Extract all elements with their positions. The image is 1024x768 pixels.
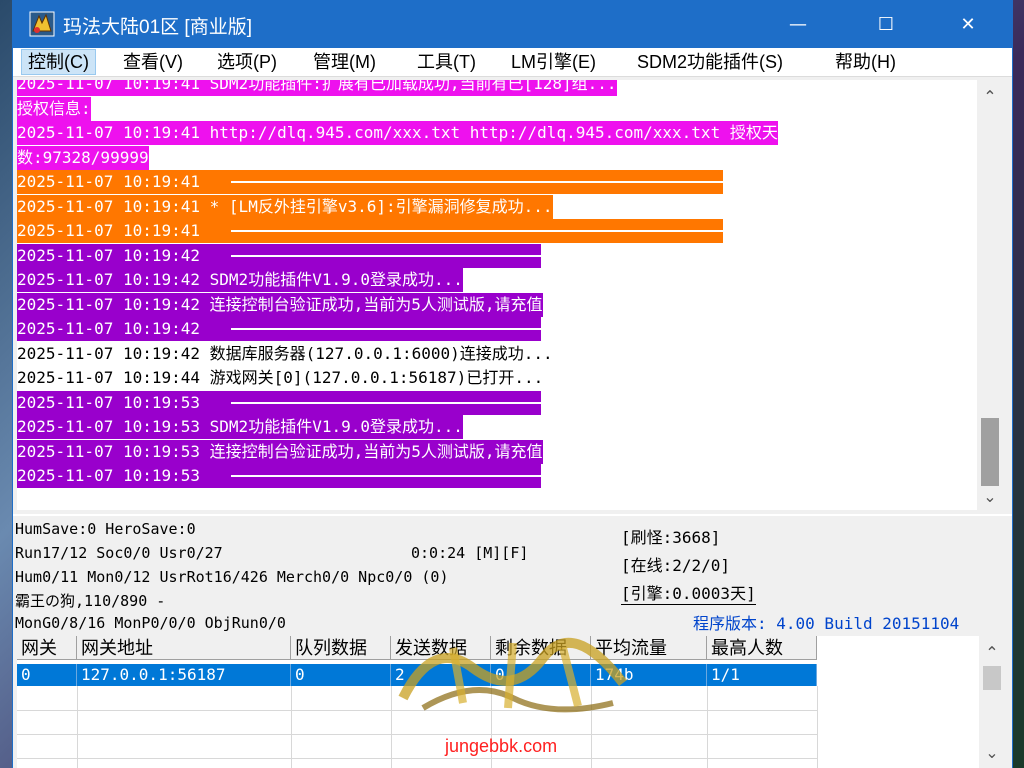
log-output[interactable]: 2025-11-07 10:19:41 SDM2功能插件:扩展有已加载成功,当前… (17, 80, 977, 510)
log-line: 2025-11-07 10:19:53 SDM2功能插件V1.9.0登录成功..… (17, 415, 463, 439)
menu-tools[interactable]: 工具(T) (411, 50, 482, 74)
status-timer: 0:0:24 [M][F] (411, 544, 529, 562)
status-online: [在线:2/2/0] (621, 556, 731, 575)
log-line: 2025-11-07 10:19:53 连接控制台验证成功,当前为5人测试版,请… (17, 439, 543, 464)
log-separator (231, 401, 541, 404)
scroll-up-icon[interactable]: ⌃ (979, 640, 1005, 664)
status-monster-count: [刷怪:3668] (621, 528, 721, 547)
table-cell[interactable]: 174b (591, 664, 707, 686)
grid-line (77, 686, 78, 768)
scroll-down-icon[interactable]: ⌄ (979, 740, 1005, 764)
status-player: 霸王の狗,110/890 - (15, 592, 166, 610)
minimize-button[interactable]: — (775, 0, 821, 48)
log-line: 2025-11-07 10:19:42 数据库服务器(127.0.0.1:600… (17, 343, 553, 363)
grid-line (707, 686, 708, 768)
scroll-down-icon[interactable]: ⌄ (977, 484, 1003, 508)
log-line: 2025-11-07 10:19:42 SDM2功能插件V1.9.0登录成功..… (17, 268, 463, 292)
scroll-up-icon[interactable]: ⌃ (977, 84, 1003, 108)
col-gateway-address[interactable]: 网关地址 (77, 636, 291, 660)
status-hum: Hum0/11 Mon0/12 UsrRot16/426 Merch0/0 Np… (15, 568, 449, 586)
grid-line (17, 758, 817, 759)
close-icon: ✕ (960, 13, 976, 35)
log-separator (231, 254, 541, 257)
log-separator (231, 475, 541, 477)
grid-line (591, 686, 592, 768)
col-send-data[interactable]: 发送数据 (391, 636, 491, 660)
grid-line (817, 686, 818, 768)
log-separator (231, 181, 723, 183)
menu-bar: 控制(C) 查看(V) 选项(P) 管理(M) 工具(T) LM引擎(E) SD… (13, 48, 1012, 77)
log-line: 2025-11-07 10:19:44 游戏网关[0](127.0.0.1:56… (17, 368, 544, 387)
table-cell[interactable]: 0 (291, 664, 391, 686)
table-cell[interactable]: 127.0.0.1:56187 (77, 664, 291, 686)
close-button[interactable]: ✕ (945, 0, 991, 48)
app-icon (29, 11, 55, 37)
log-separator (231, 230, 723, 232)
table-cell[interactable]: 0 (491, 664, 591, 686)
menu-manage[interactable]: 管理(M) (307, 50, 382, 74)
status-save: HumSave:0 HeroSave:0 (15, 520, 196, 538)
title-bar[interactable]: 玛法大陆01区 [商业版] — ☐ ✕ (13, 0, 1012, 48)
log-separator (231, 328, 541, 330)
table-scrollbar[interactable]: ⌃ ⌄ (979, 640, 1005, 764)
grid-line (17, 734, 817, 735)
log-line: 2025-11-07 10:19:41 * [LM反外挂引擎v3.6]:引擎漏洞… (17, 194, 553, 219)
col-queue-data[interactable]: 队列数据 (291, 636, 391, 660)
table-cell[interactable]: 0 (17, 664, 77, 686)
log-line: 2025-11-07 10:19:41 SDM2功能插件:扩展有已加载成功,当前… (17, 80, 617, 96)
log-line: 授权信息: (17, 96, 91, 121)
watermark-url: jungebbk.com (445, 736, 558, 756)
col-avg-traffic[interactable]: 平均流量 (591, 636, 707, 660)
grid-line (391, 686, 392, 768)
maximize-icon: ☐ (877, 13, 895, 35)
menu-help[interactable]: 帮助(H) (829, 50, 902, 74)
maximize-button[interactable]: ☐ (863, 0, 909, 48)
status-mon: MonG0/8/16 MonP0/0/0 ObjRun0/0 (15, 614, 286, 632)
col-remaining-data[interactable]: 剩余数据 (491, 636, 591, 660)
status-panel: HumSave:0 HeroSave:0 Run17/12 Soc0/0 Usr… (13, 514, 1012, 634)
table-scroll-thumb[interactable] (983, 666, 1001, 690)
menu-view[interactable]: 查看(V) (117, 50, 189, 74)
window-title: 玛法大陆01区 [商业版] (63, 17, 252, 38)
status-run: Run17/12 Soc0/0 Usr0/27 (15, 544, 223, 562)
menu-control[interactable]: 控制(C) (21, 49, 96, 75)
menu-options[interactable]: 选项(P) (211, 50, 283, 74)
log-line: 2025-11-07 10:19:42 连接控制台验证成功,当前为5人测试版,请… (17, 292, 543, 317)
log-line: 2025-11-07 10:19:41 http://dlq.945.com/x… (17, 121, 778, 145)
menu-sdm2-plugin[interactable]: SDM2功能插件(S) (631, 50, 789, 74)
menu-lm-engine[interactable]: LM引擎(E) (505, 50, 602, 74)
table-cell[interactable]: 1/1 (707, 664, 817, 686)
col-gateway[interactable]: 网关 (17, 636, 77, 660)
col-max-players[interactable]: 最高人数 (707, 636, 817, 660)
log-scroll-thumb[interactable] (981, 418, 999, 486)
log-line: 数:97328/99999 (17, 145, 149, 170)
log-scrollbar[interactable]: ⌃ ⌄ (977, 80, 1003, 510)
main-window: 玛法大陆01区 [商业版] — ☐ ✕ 控制(C) 查看(V) 选项(P) 管理… (12, 0, 1013, 768)
minimize-icon: — (789, 13, 807, 35)
grid-line (291, 686, 292, 768)
grid-line (17, 710, 817, 711)
program-version: 程序版本: 4.00 Build 20151104 (693, 614, 960, 633)
status-engine: [引擎:0.0003天] (621, 580, 756, 605)
table-cell[interactable]: 2 (391, 664, 491, 686)
